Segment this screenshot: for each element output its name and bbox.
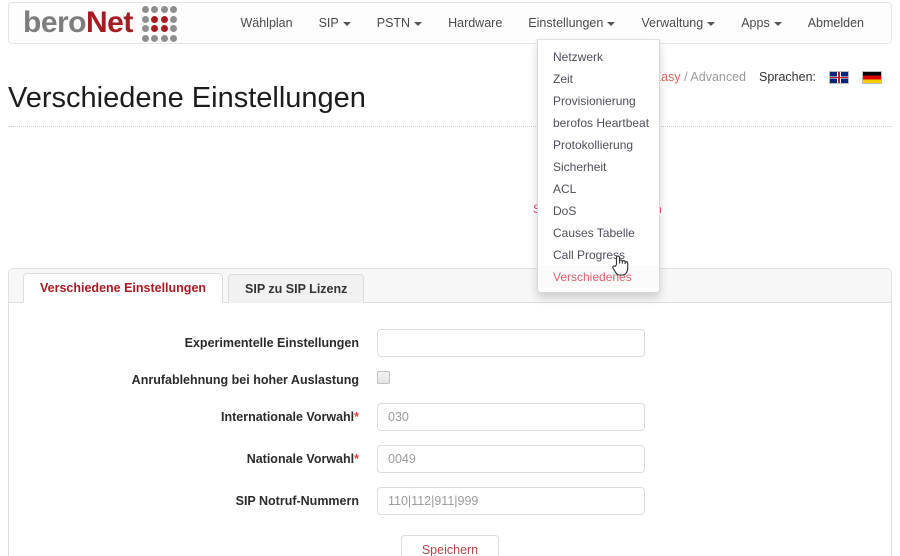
settings-panel: Verschiedene Einstellungen SIP zu SIP Li… <box>8 268 892 556</box>
de-flag-icon[interactable] <box>862 70 882 84</box>
dropdown-item-label: Provisionierung <box>553 94 636 108</box>
dropdown-item-netzwerk[interactable]: Netzwerk <box>538 46 659 68</box>
nav-item-pstn[interactable]: PSTN <box>364 10 435 36</box>
einstellungen-dropdown-menu: Netzwerk Zeit Provisionierung berofos He… <box>537 39 660 293</box>
form-row-internationale-vorwahl: Internationale Vorwahl* <box>9 403 891 431</box>
anrufablehnung-checkbox[interactable] <box>377 371 390 384</box>
nav-item-sip[interactable]: SIP <box>306 10 364 36</box>
internationale-vorwahl-input[interactable] <box>377 403 645 431</box>
dropdown-item-label: Causes Tabelle <box>553 226 635 240</box>
brand-wordmark: beroNet <box>23 8 133 38</box>
field-label: Nationale Vorwahl* <box>9 452 377 466</box>
chevron-down-icon <box>414 21 423 26</box>
nationale-vorwahl-input[interactable] <box>377 445 645 473</box>
dropdown-item-label: berofos Heartbeat <box>553 116 650 130</box>
nav-label: Hardware <box>448 16 503 30</box>
field-label-text: Experimentelle Einstellungen <box>184 336 359 350</box>
dropdown-item-label: ACL <box>553 182 577 196</box>
dropdown-item-acl[interactable]: ACL <box>538 178 659 200</box>
nav-label: Verwaltung <box>641 16 704 30</box>
dropdown-item-label: Protokollierung <box>553 138 634 152</box>
page-root: beroNet Wählplan SIP PSTN Hardware Einst… <box>0 0 900 556</box>
required-marker: * <box>354 410 359 424</box>
nav-item-apps[interactable]: Apps <box>728 10 795 36</box>
save-button[interactable]: Speichern <box>400 535 500 556</box>
mode-separator: / <box>684 70 688 84</box>
header-controls: Easy / Advanced Sprachen: <box>653 70 882 84</box>
dropdown-item-verschiedenes[interactable]: Verschiedenes <box>538 266 659 288</box>
dropdown-item-label: Verschiedenes <box>553 270 632 284</box>
dot-grid-icon <box>141 6 178 42</box>
dropdown-item-protokollierung[interactable]: Protokollierung <box>538 134 659 156</box>
header-divider <box>8 126 892 127</box>
dropdown-item-dos[interactable]: DoS <box>538 200 659 222</box>
nav-item-einstellungen[interactable]: Einstellungen <box>515 10 628 36</box>
field-control <box>377 445 891 473</box>
field-label-text: Anrufablehnung bei hoher Auslastung <box>131 373 359 387</box>
dropdown-item-sicherheit[interactable]: Sicherheit <box>538 156 659 178</box>
tab-label: Verschiedene Einstellungen <box>40 281 207 295</box>
nav-item-hardware[interactable]: Hardware <box>435 10 515 36</box>
tab-sip-zu-sip-lizenz[interactable]: SIP zu SIP Lizenz <box>228 274 365 303</box>
field-control <box>377 487 891 515</box>
required-marker: * <box>354 452 359 466</box>
dropdown-item-label: Call Progress <box>553 248 626 262</box>
dropdown-item-zeit[interactable]: Zeit <box>538 68 659 90</box>
dropdown-item-provisionierung[interactable]: Provisionierung <box>538 90 659 112</box>
field-label: SIP Notruf-Nummern <box>9 494 377 508</box>
nav-item-abmelden[interactable]: Abmelden <box>795 10 877 36</box>
tab-label: SIP zu SIP Lizenz <box>245 282 348 296</box>
field-control <box>377 329 891 357</box>
sip-notruf-nummern-input[interactable] <box>377 487 645 515</box>
nav-item-waehlplan[interactable]: Wählplan <box>227 10 305 36</box>
field-label: Anrufablehnung bei hoher Auslastung <box>9 373 377 387</box>
nav-label: SIP <box>318 16 339 30</box>
tab-verschiedene-einstellungen[interactable]: Verschiedene Einstellungen <box>23 273 224 303</box>
field-label-text: Nationale Vorwahl <box>246 452 355 466</box>
nav-label: Apps <box>741 16 770 30</box>
languages-label: Sprachen: <box>759 70 816 84</box>
uk-flag-icon[interactable] <box>829 70 849 84</box>
dropdown-item-label: Sicherheit <box>553 160 607 174</box>
experimentelle-einstellungen-input[interactable] <box>377 329 645 357</box>
form-actions: Speichern <box>9 529 891 556</box>
dropdown-item-label: Zeit <box>553 72 574 86</box>
nav-label: Abmelden <box>807 16 864 30</box>
chevron-down-icon <box>707 21 716 26</box>
field-control <box>377 371 891 389</box>
top-navbar: beroNet Wählplan SIP PSTN Hardware Einst… <box>8 2 892 44</box>
form-row-anrufablehnung: Anrufablehnung bei hoher Auslastung <box>9 371 891 389</box>
brand-text-bero: bero <box>23 6 87 39</box>
chevron-down-icon <box>342 21 351 26</box>
nav-item-verwaltung[interactable]: Verwaltung <box>628 10 728 36</box>
mode-toggle: Easy / Advanced <box>653 70 746 84</box>
settings-form: Experimentelle Einstellungen Anrufablehn… <box>9 303 891 556</box>
field-label-text: Internationale Vorwahl <box>221 410 355 424</box>
dropdown-item-label: DoS <box>553 204 577 218</box>
field-control <box>377 403 891 431</box>
nav-links: Wählplan SIP PSTN Hardware Einstellungen… <box>227 10 877 36</box>
form-row-experimentelle-einstellungen: Experimentelle Einstellungen <box>9 329 891 357</box>
form-row-nationale-vorwahl: Nationale Vorwahl* <box>9 445 891 473</box>
nav-label: PSTN <box>376 16 411 30</box>
field-label-text: SIP Notruf-Nummern <box>235 494 359 508</box>
brand-text-net: Net <box>86 6 133 39</box>
tab-strip: Verschiedene Einstellungen SIP zu SIP Li… <box>9 269 891 303</box>
form-row-sip-notruf-nummern: SIP Notruf-Nummern <box>9 487 891 515</box>
dropdown-item-berofos-heartbeat[interactable]: berofos Heartbeat <box>538 112 659 134</box>
dropdown-item-call-progress[interactable]: Call Progress <box>538 244 659 266</box>
dropdown-item-label: Netzwerk <box>553 50 604 64</box>
field-label: Experimentelle Einstellungen <box>9 336 377 350</box>
page-title: Verschiedene Einstellungen <box>8 82 366 114</box>
brand-logo[interactable]: beroNet <box>23 3 178 43</box>
chevron-down-icon <box>607 21 616 26</box>
nav-label: Einstellungen <box>528 16 604 30</box>
dropdown-item-causes-tabelle[interactable]: Causes Tabelle <box>538 222 659 244</box>
mode-advanced-link[interactable]: Advanced <box>690 70 746 84</box>
nav-label: Wählplan <box>240 16 293 30</box>
field-label: Internationale Vorwahl* <box>9 410 377 424</box>
chevron-down-icon <box>773 21 782 26</box>
